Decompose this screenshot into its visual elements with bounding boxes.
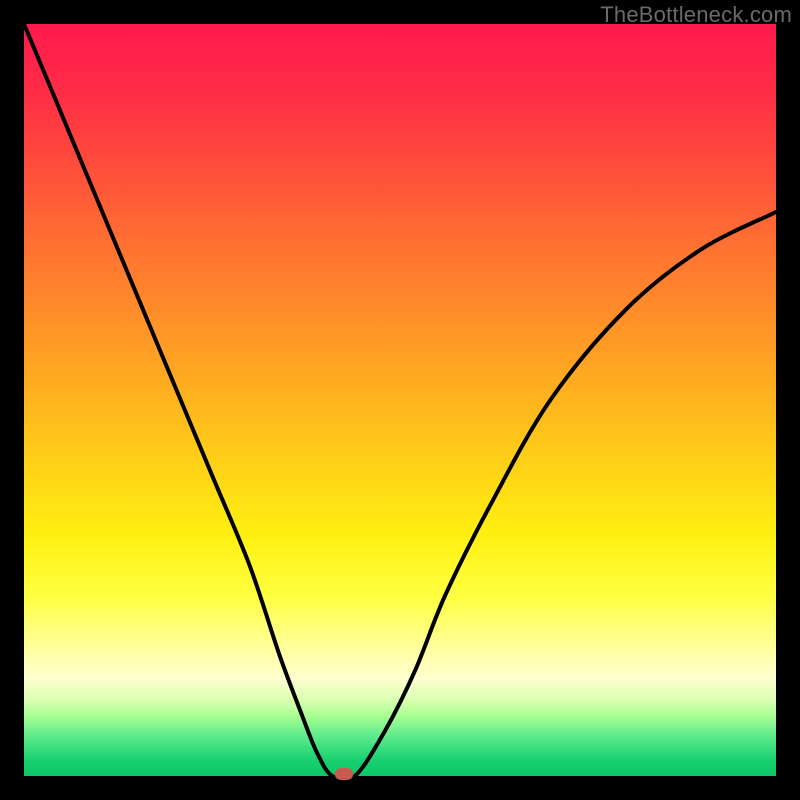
plot-area [24, 24, 776, 776]
watermark-text: TheBottleneck.com [600, 2, 792, 28]
chart-frame: TheBottleneck.com [0, 0, 800, 800]
bottleneck-curve [24, 24, 776, 776]
optimal-marker [335, 768, 353, 780]
